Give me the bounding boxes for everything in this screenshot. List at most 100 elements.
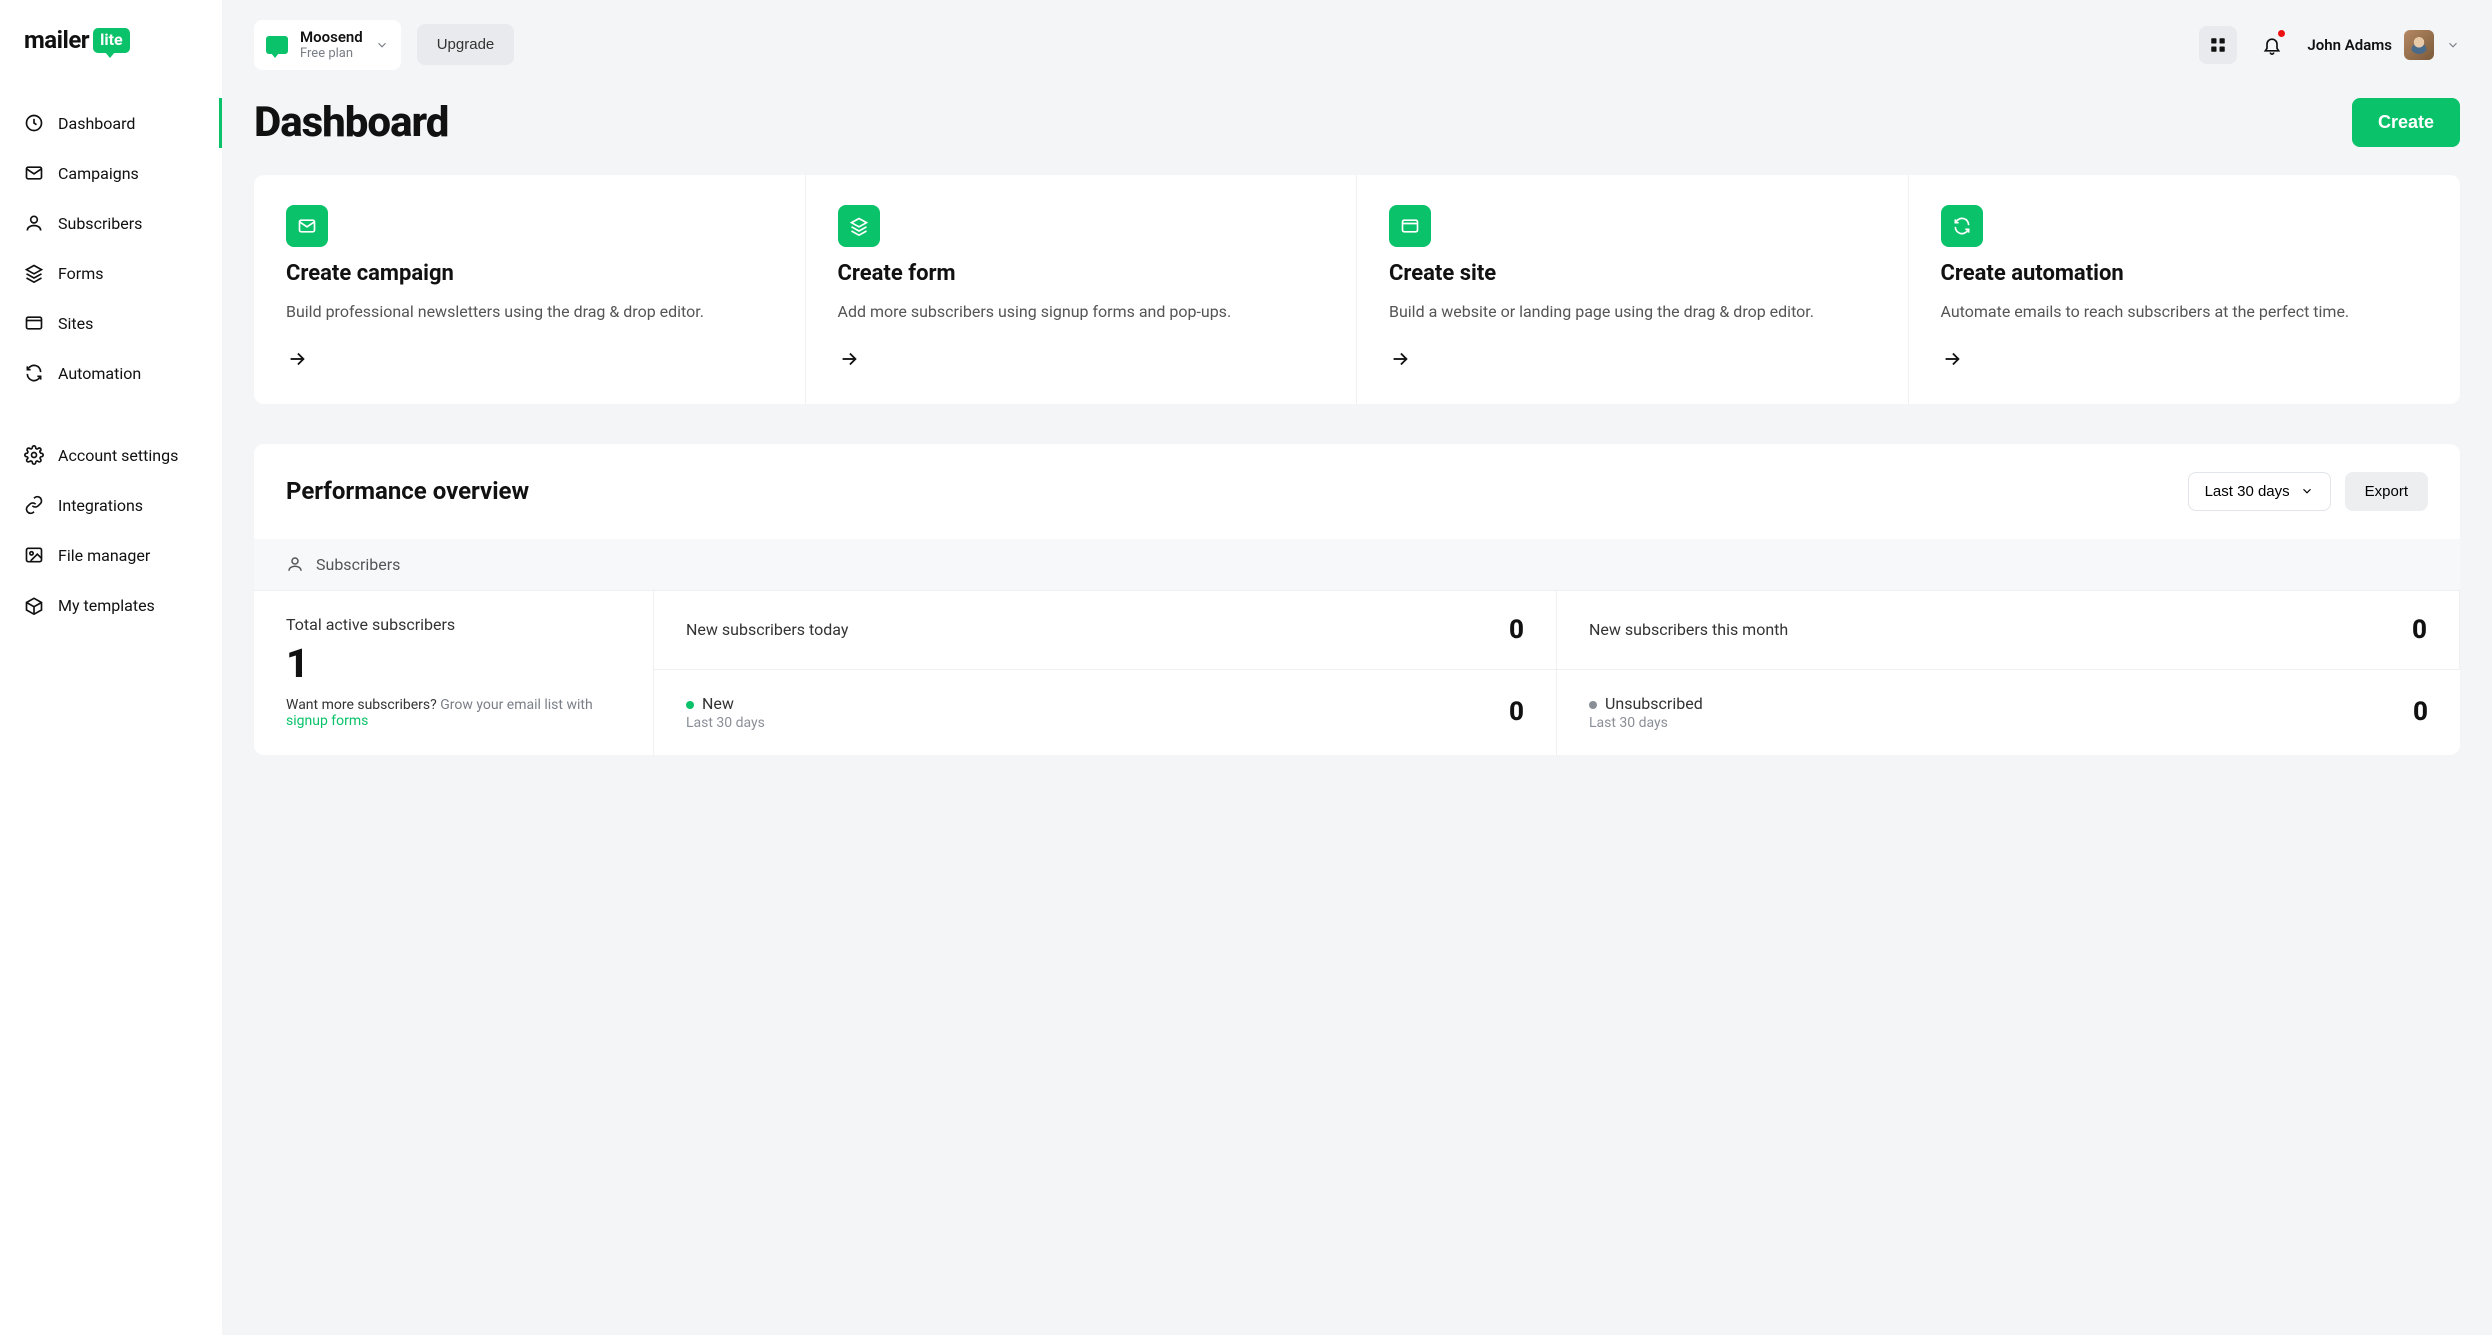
date-range-label: Last 30 days: [2205, 483, 2290, 500]
stat-sublabel: Last 30 days: [686, 715, 765, 731]
sidebar: mailer lite Dashboard Campaigns Subscrib…: [0, 0, 222, 1335]
sidebar-item-label: Dashboard: [58, 114, 135, 133]
stat-value: 0: [2413, 697, 2428, 727]
sidebar-item-label: Subscribers: [58, 214, 142, 233]
chevron-down-icon: [2446, 38, 2460, 52]
card-desc: Add more subscribers using signup forms …: [838, 300, 1325, 324]
sidebar-item-label: Automation: [58, 364, 141, 383]
sidebar-item-campaigns[interactable]: Campaigns: [0, 148, 222, 198]
main: Moosend Free plan Upgrade John Adams Das: [222, 0, 2492, 1335]
topbar: Moosend Free plan Upgrade John Adams: [222, 0, 2492, 90]
create-cards: Create campaign Build professional newsl…: [254, 175, 2460, 404]
arrow-right-icon: [286, 348, 773, 374]
create-automation-card[interactable]: Create automation Automate emails to rea…: [1909, 175, 2461, 404]
sidebar-item-subscribers[interactable]: Subscribers: [0, 198, 222, 248]
sidebar-item-label: Account settings: [58, 446, 178, 465]
chevron-down-icon: [375, 38, 389, 52]
stat-label: Unsubscribed: [1605, 694, 1703, 713]
sidebar-item-account-settings[interactable]: Account settings: [0, 430, 222, 480]
new-month-cell: New subscribers this month 0: [1557, 590, 2460, 669]
clock-icon: [24, 113, 44, 133]
layers-icon: [838, 205, 880, 247]
refresh-icon: [24, 363, 44, 383]
performance-title: Performance overview: [286, 477, 529, 505]
new-today-cell: New subscribers today 0: [654, 590, 1557, 669]
card-desc: Automate emails to reach subscribers at …: [1941, 300, 2429, 324]
new-30d-cell: New Last 30 days 0: [654, 669, 1557, 755]
page-title: Dashboard: [254, 98, 448, 147]
page-header: Dashboard Create: [222, 90, 2492, 175]
user-menu[interactable]: John Adams: [2307, 30, 2460, 60]
brand-name: mailer: [24, 26, 89, 54]
site-icon: [24, 313, 44, 333]
account-switcher[interactable]: Moosend Free plan: [254, 20, 401, 70]
stats-grid: Total active subscribers 1 Want more sub…: [254, 590, 2460, 755]
upgrade-button[interactable]: Upgrade: [417, 24, 515, 65]
sidebar-item-automation[interactable]: Automation: [0, 348, 222, 398]
date-range-select[interactable]: Last 30 days: [2188, 472, 2331, 511]
account-icon: [266, 36, 288, 54]
export-button[interactable]: Export: [2345, 472, 2428, 511]
stat-value: 0: [2412, 615, 2427, 645]
layers-icon: [24, 263, 44, 283]
performance-panel: Performance overview Last 30 days Export…: [254, 444, 2460, 755]
brand-logo[interactable]: mailer lite: [0, 26, 222, 94]
sidebar-item-label: My templates: [58, 596, 155, 615]
card-title: Create form: [838, 261, 1325, 286]
account-name: Moosend: [300, 28, 363, 46]
create-campaign-card[interactable]: Create campaign Build professional newsl…: [254, 175, 806, 404]
notifications-button[interactable]: [2253, 26, 2291, 64]
mail-icon: [24, 163, 44, 183]
stat-label: New: [702, 694, 734, 713]
arrow-right-icon: [838, 348, 1325, 374]
sidebar-item-forms[interactable]: Forms: [0, 248, 222, 298]
brand-badge: lite: [93, 28, 130, 53]
stat-hint: Want more subscribers? Grow your email l…: [286, 697, 621, 729]
account-plan: Free plan: [300, 46, 363, 62]
performance-section-label: Subscribers: [316, 555, 400, 574]
site-icon: [1389, 205, 1431, 247]
stat-sublabel: Last 30 days: [1589, 715, 1703, 731]
bell-icon: [2262, 35, 2282, 55]
stat-value: 0: [1509, 615, 1524, 645]
create-site-card[interactable]: Create site Build a website or landing p…: [1357, 175, 1909, 404]
sidebar-item-label: Integrations: [58, 496, 143, 515]
unsubscribed-30d-cell: Unsubscribed Last 30 days 0: [1557, 669, 2460, 755]
total-subscribers-cell: Total active subscribers 1 Want more sub…: [254, 590, 654, 755]
chevron-down-icon: [2300, 484, 2314, 498]
sidebar-item-sites[interactable]: Sites: [0, 298, 222, 348]
sidebar-item-label: Campaigns: [58, 164, 139, 183]
card-title: Create site: [1389, 261, 1876, 286]
stat-label: Total active subscribers: [286, 615, 621, 634]
sidebar-item-label: Forms: [58, 264, 104, 283]
image-icon: [24, 545, 44, 565]
mail-icon: [286, 205, 328, 247]
stat-label: New subscribers this month: [1589, 620, 1788, 639]
user-name: John Adams: [2307, 36, 2392, 54]
create-button[interactable]: Create: [2352, 98, 2460, 147]
arrow-right-icon: [1941, 348, 2429, 374]
sidebar-item-integrations[interactable]: Integrations: [0, 480, 222, 530]
dot-icon: [1589, 701, 1597, 709]
user-icon: [24, 213, 44, 233]
notification-dot: [2278, 30, 2285, 37]
signup-forms-link[interactable]: signup forms: [286, 713, 368, 729]
refresh-icon: [1941, 205, 1983, 247]
nav-primary: Dashboard Campaigns Subscribers Forms Si…: [0, 94, 222, 402]
sidebar-item-file-manager[interactable]: File manager: [0, 530, 222, 580]
box-icon: [24, 595, 44, 615]
card-title: Create automation: [1941, 261, 2429, 286]
sidebar-item-my-templates[interactable]: My templates: [0, 580, 222, 630]
stat-value: 1: [286, 640, 621, 687]
sidebar-item-label: Sites: [58, 314, 93, 333]
user-icon: [286, 555, 304, 573]
stat-value: 0: [1509, 697, 1524, 727]
performance-section-header: Subscribers: [254, 539, 2460, 590]
create-form-card[interactable]: Create form Add more subscribers using s…: [806, 175, 1358, 404]
nav-secondary: Account settings Integrations File manag…: [0, 426, 222, 634]
apps-button[interactable]: [2199, 26, 2237, 64]
sidebar-item-dashboard[interactable]: Dashboard: [0, 98, 222, 148]
card-desc: Build professional newsletters using the…: [286, 300, 773, 324]
avatar: [2404, 30, 2434, 60]
card-title: Create campaign: [286, 261, 773, 286]
